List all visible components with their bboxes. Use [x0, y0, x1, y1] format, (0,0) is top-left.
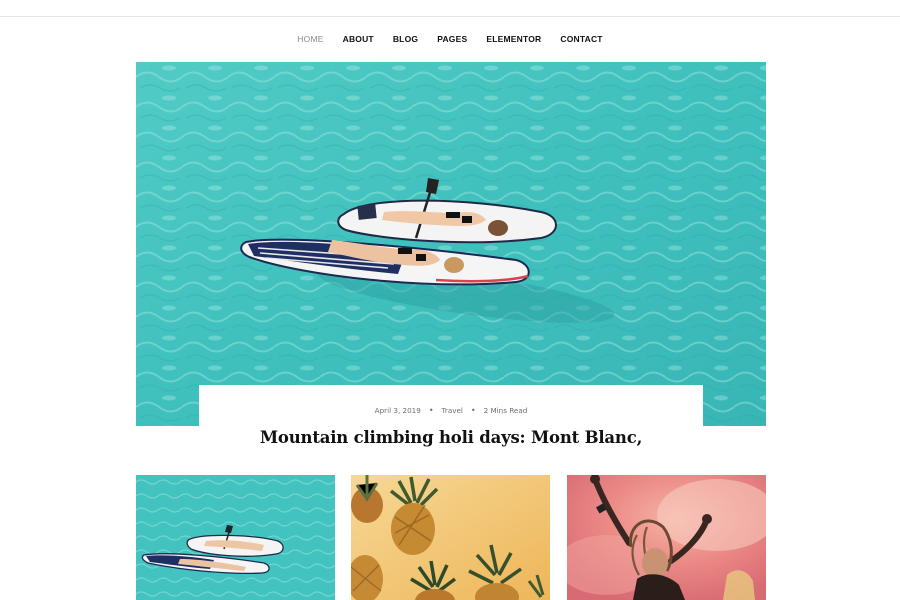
nav-item-elementor[interactable]: ELEMENTOR	[477, 28, 551, 50]
nav-item-contact[interactable]: CONTACT	[551, 28, 612, 50]
festival-thumbnail	[567, 475, 766, 600]
post-card[interactable]	[567, 475, 766, 600]
nav-item-about[interactable]: ABOUT	[333, 28, 383, 50]
post-read-time: 2 Mins Read	[483, 406, 528, 415]
featured-post-image[interactable]	[136, 62, 766, 426]
pineapple-thumbnail	[351, 475, 550, 600]
post-date[interactable]: April 3, 2019	[375, 406, 421, 415]
post-card[interactable]	[136, 475, 335, 600]
nav-item-blog[interactable]: BLOG	[383, 28, 427, 50]
top-bar	[0, 0, 900, 17]
paddleboard-photo	[136, 62, 766, 426]
post-title[interactable]: Mountain climbing holi days: Mont Blanc,	[136, 428, 766, 447]
post-card-grid	[136, 475, 766, 600]
paddleboard-thumbnail	[136, 475, 335, 600]
post-card[interactable]	[351, 475, 550, 600]
main-navigation: HOME ABOUT BLOG PAGES ELEMENTOR CONTACT	[0, 28, 900, 50]
meta-separator: •	[428, 406, 434, 415]
nav-item-pages[interactable]: PAGES	[428, 28, 477, 50]
meta-separator: •	[470, 406, 476, 415]
post-meta: April 3, 2019 • Travel • 2 Mins Read	[199, 406, 703, 415]
nav-item-home[interactable]: HOME	[288, 28, 333, 50]
post-category[interactable]: Travel	[442, 406, 463, 415]
